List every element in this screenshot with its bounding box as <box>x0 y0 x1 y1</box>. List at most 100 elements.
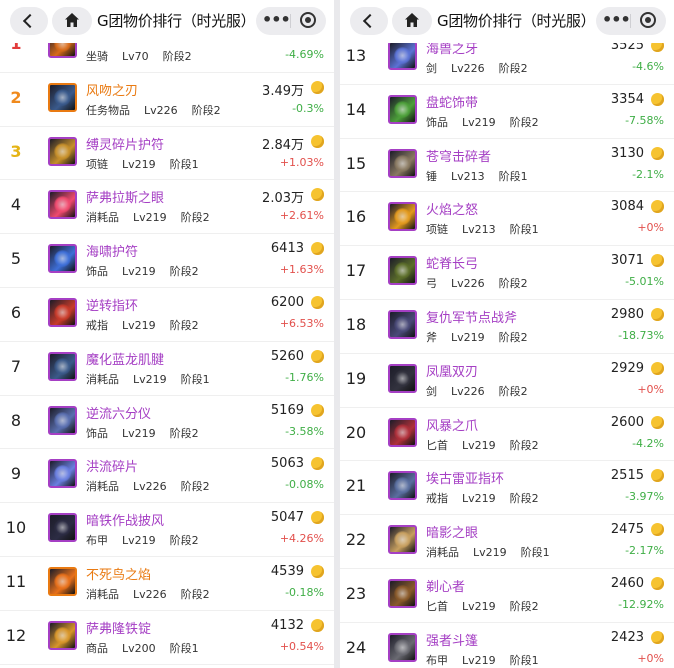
page-title: G团物价排行（时光服） <box>97 12 256 30</box>
capsule-menu: ••• <box>596 7 666 35</box>
item-price: 6413 <box>270 241 304 257</box>
target-circle-icon[interactable] <box>640 12 656 28</box>
list-item[interactable]: 4 萨弗拉斯之眼 消耗品 Lv219 阶段2 2.03万 +2.61% <box>0 180 334 235</box>
item-name[interactable]: 苍穹击碎者 <box>426 146 491 165</box>
list-item[interactable]: 22 暗影之眼 消耗品 Lv219 阶段1 2475 -2.17% <box>340 515 674 569</box>
target-circle-icon[interactable] <box>300 12 316 28</box>
more-dots-icon[interactable]: ••• <box>602 10 631 30</box>
gold-coin-icon <box>651 254 664 268</box>
list-item[interactable]: 12 萨弗隆铁锭 商品 Lv200 阶段1 4132 +0.54% <box>0 611 334 665</box>
ranking-panel-left: 1奥的灰烬坐骑Lv70阶段25.13万-4.69%2风吻之刃任务物品Lv226阶… <box>0 0 334 668</box>
list-item[interactable]: 3 缚灵碎片护符 项链 Lv219 阶段1 2.84万 +1.03% <box>0 127 334 181</box>
list-item[interactable]: 9 洪流碎片 消耗品 Lv226 阶段2 5063 -0.08% <box>0 449 334 504</box>
rank-number: 6 <box>10 302 22 322</box>
item-name[interactable]: 海啸护符 <box>86 241 138 260</box>
item-icon-glow <box>54 411 71 429</box>
item-name[interactable]: 洪流碎片 <box>86 456 138 475</box>
item-icon-glow <box>394 423 411 441</box>
home-button[interactable] <box>52 7 92 35</box>
price-change: -4.2% <box>632 436 664 450</box>
item-name[interactable]: 暗影之眼 <box>426 522 478 541</box>
item-name[interactable]: 风吻之刃 <box>86 80 138 99</box>
item-name[interactable]: 风暴之爪 <box>426 415 478 434</box>
item-icon-glow <box>54 357 71 375</box>
gold-coin-icon <box>311 295 324 309</box>
item-name[interactable]: 凤凰双刃 <box>426 361 478 380</box>
list-item[interactable]: 5 海啸护符 饰品 Lv219 阶段2 6413 +1.63% <box>0 234 334 288</box>
item-icon-glow <box>394 315 411 333</box>
item-name[interactable]: 不死鸟之焰 <box>86 564 151 583</box>
item-meta: 饰品 Lv219 阶段2 <box>426 114 553 130</box>
item-meta: 项链 Lv213 阶段1 <box>426 221 553 237</box>
list-item[interactable]: 7 魔化蓝龙肌腱 消耗品 Lv219 阶段1 5260 -1.76% <box>0 342 334 396</box>
list-item[interactable]: 19 凤凰双刃剑 Lv226 阶段2 2929 +0% <box>340 354 674 408</box>
item-name[interactable]: 魔化蓝龙肌腱 <box>86 349 164 368</box>
back-button[interactable] <box>350 7 388 35</box>
item-icon-glow <box>394 100 411 118</box>
item-name[interactable]: 埃古雷亚指环 <box>426 468 504 487</box>
item-type: 消耗品 <box>86 480 119 494</box>
item-icon <box>388 578 417 608</box>
list-item[interactable]: 18 复仇军节点战斧斧 Lv219 阶段2 2980 -18.73% <box>340 300 674 354</box>
list-item[interactable]: 14 盘蛇饰带 饰品 Lv219 阶段2 3354 -7.58% <box>340 85 674 139</box>
gold-coin-icon <box>651 307 664 321</box>
item-name[interactable]: 盘蛇饰带 <box>426 92 478 111</box>
item-stage: 阶段2 <box>180 587 210 601</box>
item-name[interactable]: 复仇军节点战斧 <box>426 307 517 326</box>
more-dots-icon[interactable]: ••• <box>262 10 291 30</box>
list-item[interactable]: 11 不死鸟之焰 消耗品 Lv226 阶段2 4539 -0.18% <box>0 557 334 611</box>
item-level: Lv219 <box>122 157 156 171</box>
item-name[interactable]: 蛇脊长弓 <box>426 253 478 272</box>
item-level: Lv70 <box>122 50 149 63</box>
list-item[interactable]: 2 风吻之刃 任务物品 Lv226 阶段2 3.49万 -0.3% <box>0 73 334 127</box>
item-icon <box>388 202 417 232</box>
list-item[interactable]: 21 埃古雷亚指环 戒指 Lv219 阶段2 2515 -3.97% <box>340 461 674 516</box>
item-stage: 阶段1 <box>169 641 199 655</box>
price-change: -12.92% <box>618 597 664 611</box>
item-type: 饰品 <box>426 115 448 129</box>
item-stage: 阶段1 <box>169 157 199 171</box>
item-icon-glow <box>54 88 71 106</box>
back-button[interactable] <box>10 7 48 35</box>
item-name[interactable]: 逆流六分仪 <box>86 403 151 422</box>
item-name[interactable]: 火焰之怒 <box>426 199 478 218</box>
price-change: -4.6% <box>632 60 664 73</box>
item-name[interactable]: 缚灵碎片护符 <box>86 134 164 153</box>
gold-coin-icon <box>651 523 664 537</box>
item-name[interactable]: 暗铁作战披风 <box>86 510 164 529</box>
item-icon-glow <box>394 154 411 172</box>
item-price: 2980 <box>610 306 644 322</box>
gold-coin-icon <box>311 188 324 202</box>
list-item[interactable]: 6 逆转指环 戒指 Lv219 阶段2 6200 +6.53% <box>0 288 334 342</box>
item-name[interactable]: 萨弗隆铁锭 <box>86 618 151 637</box>
item-name[interactable]: 萨弗拉斯之眼 <box>86 187 164 206</box>
home-button[interactable] <box>392 7 432 35</box>
item-stage: 阶段2 <box>498 384 528 398</box>
list-item[interactable]: 8 逆流六分仪 饰品 Lv219 阶段2 5169 -3.58% <box>0 396 334 450</box>
gold-coin-icon <box>651 415 664 429</box>
list-item[interactable]: 17 蛇脊长弓弓 Lv226 阶段2 3071 -5.01% <box>340 246 674 300</box>
list-item[interactable]: 20 风暴之爪 匕首 Lv219 阶段2 2600 -4.2% <box>340 408 674 462</box>
item-price: 2515 <box>610 468 644 484</box>
gold-coin-icon <box>651 200 664 214</box>
list-item[interactable]: 16 火焰之怒 项链 Lv213 阶段1 3084 +0% <box>340 192 674 247</box>
item-icon-glow <box>394 262 411 280</box>
list-item[interactable]: 10 暗铁作战披风 布甲 Lv219 阶段2 5047 +4.26% <box>0 503 334 557</box>
list-item[interactable]: 15 苍穹击碎者锤 Lv213 阶段1 3130 -2.1% <box>340 139 674 193</box>
item-name[interactable]: 剃心者 <box>426 576 465 595</box>
item-price: 3.49万 <box>262 83 304 99</box>
gold-coin-icon <box>311 618 324 632</box>
price-change: +0.54% <box>279 639 324 653</box>
ranking-panel-right: 13 海兽之牙剑 Lv226 阶段2 3525 -4.6% 14 盘蛇饰带 饰品 Lv219 阶段2… <box>340 0 674 668</box>
price-change: +0% <box>637 651 664 665</box>
list-item[interactable]: 23 剃心者 匕首 Lv219 阶段2 2460 -12.92% <box>340 569 674 623</box>
item-name[interactable]: 逆转指环 <box>86 295 138 314</box>
item-meta: 剑 Lv226 阶段2 <box>426 60 542 76</box>
capsule-divider <box>290 14 291 28</box>
item-stage: 阶段2 <box>509 599 539 613</box>
home-icon <box>65 13 79 27</box>
price-change: +1.63% <box>279 263 324 277</box>
list-item[interactable]: 24 强者斗篷 布甲 Lv219 阶段1 2423 +0% <box>340 623 674 668</box>
item-name[interactable]: 强者斗篷 <box>426 630 478 649</box>
item-icon <box>48 297 77 327</box>
